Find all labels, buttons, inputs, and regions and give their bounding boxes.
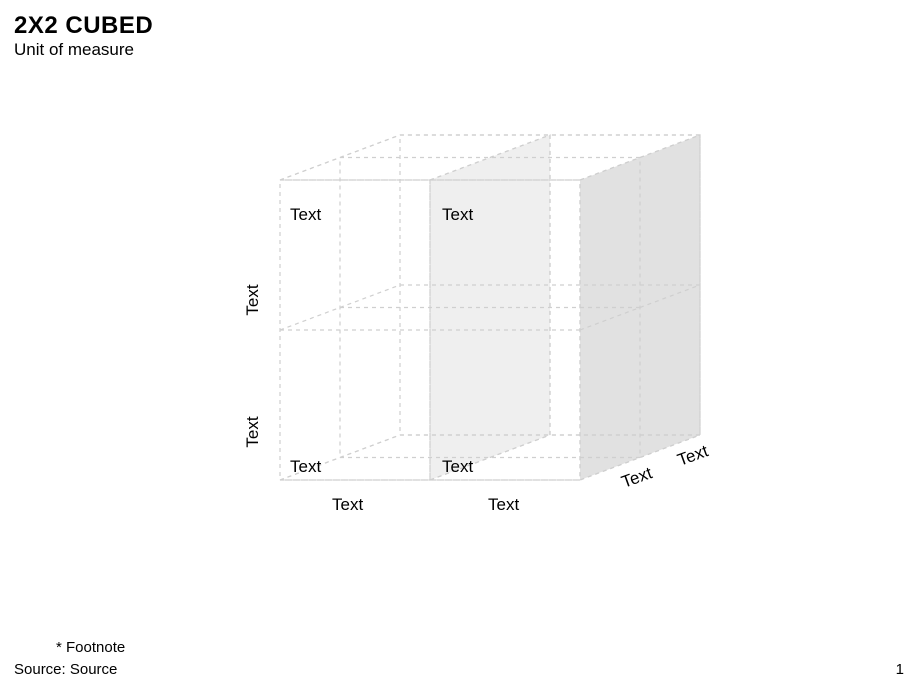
y-axis-label-top: Text (243, 284, 262, 315)
z-axis-label-far: Text (675, 441, 711, 470)
cube-diagram: Text Text Text Text Text Text Text Text … (220, 120, 780, 600)
cell-label-top-left: Text (290, 205, 321, 224)
page-title: 2X2 CUBED (14, 12, 153, 40)
x-axis-label-right: Text (488, 495, 519, 514)
z-axis-label-near: Text (619, 463, 655, 492)
page-number: 1 (896, 661, 904, 678)
cell-label-top-right: Text (442, 205, 473, 224)
x-axis-label-left: Text (332, 495, 363, 514)
slide-page: 2X2 CUBED Unit of measure (0, 0, 920, 690)
page-subtitle: Unit of measure (14, 40, 134, 60)
y-axis-label-bottom: Text (243, 416, 262, 447)
cell-label-bottom-left: Text (290, 457, 321, 476)
footnote-text: * Footnote (56, 639, 125, 656)
cell-label-bottom-right: Text (442, 457, 473, 476)
source-text: Source: Source (14, 661, 117, 678)
